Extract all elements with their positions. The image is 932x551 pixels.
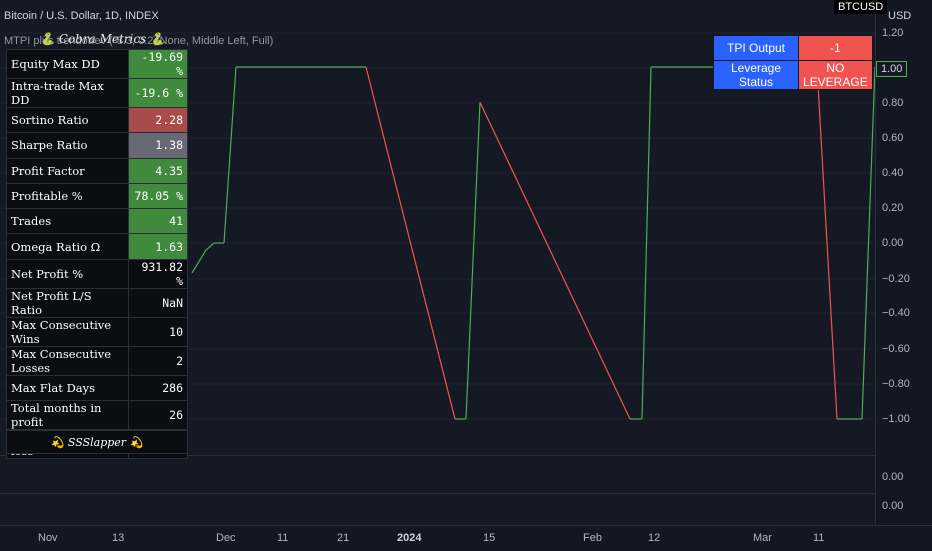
price-tick: 0.40 [882, 167, 904, 179]
metric-row: Profit Factor 4.35 [5, 157, 188, 184]
price-axis[interactable] [875, 0, 932, 525]
tpi-line-segment [191, 249, 207, 274]
symbol-title[interactable]: Bitcoin / U.S. Dollar, 1D, INDEX [4, 10, 159, 22]
metric-value: 1.38 [128, 132, 188, 159]
tpi-line-segment [479, 101, 631, 420]
metric-value: 41 [128, 208, 188, 235]
metric-value: 10 [128, 316, 188, 347]
metric-row: Equity Max DD -19.69 % [5, 49, 188, 79]
price-tick: 0.00 [882, 471, 904, 483]
metric-row: Max Consecutive Wins 10 [5, 316, 188, 347]
metric-label: Max Flat Days [5, 374, 130, 402]
metric-row: Net Profit L/S Ratio NaN [5, 287, 188, 318]
metric-label: Equity Max DD [5, 49, 130, 79]
metric-label: Sortino Ratio [5, 106, 130, 134]
time-label: 12 [648, 532, 661, 544]
time-label: 2024 [397, 532, 422, 544]
metric-value: 1.63 [128, 233, 188, 260]
metric-label: Profitable % [5, 182, 130, 210]
current-value-badge: 1.00 [876, 61, 908, 77]
tpi-output-value: -1 [798, 35, 873, 61]
metric-value: NaN [128, 287, 188, 318]
metric-label: Max Consecutive Wins [5, 316, 130, 347]
price-tick: −0.80 [882, 378, 910, 390]
btc-badge: BTCUSD [834, 0, 888, 14]
metric-value: 2 [128, 345, 188, 376]
price-tick: 0.20 [882, 202, 904, 214]
metric-label: Total months in profit [5, 400, 130, 431]
time-axis[interactable] [0, 525, 932, 551]
time-label: 15 [483, 532, 496, 544]
tpi-table: TPI Output -1 Leverage Status NO LEVERAG… [713, 35, 873, 90]
time-label: 11 [813, 532, 825, 544]
price-tick: 0.00 [882, 237, 904, 249]
leverage-status-value: NO LEVERAGE [798, 60, 873, 90]
metric-value: 2.28 [128, 106, 188, 134]
time-label: 11 [277, 532, 289, 544]
metric-label: Max Consecutive Losses [5, 345, 130, 376]
currency-label[interactable]: USD [888, 10, 911, 22]
cobra-icon: 🐍 [146, 32, 165, 46]
metric-row: Intra-trade Max DD -19.6 % [5, 78, 188, 108]
metric-row: Omega Ratio Ω 1.63 [5, 233, 188, 260]
metric-row: Profitable % 78.05 % [5, 182, 188, 210]
price-tick: 1.20 [882, 27, 904, 39]
metric-value: 931.82 % [128, 258, 188, 289]
time-label: Dec [216, 532, 236, 544]
metric-row: Sharpe Ratio 1.38 [5, 132, 188, 159]
metric-label: Intra-trade Max DD [5, 78, 130, 108]
metric-label: Trades [5, 208, 130, 235]
time-label: Feb [583, 532, 602, 544]
price-tick: −1.00 [882, 413, 910, 425]
metric-row: Total months in profit 26 [5, 400, 188, 431]
metric-value: 78.05 % [128, 182, 188, 210]
tpi-line-segment [465, 102, 481, 420]
metric-value: -19.69 % [128, 49, 188, 79]
price-tick: −0.40 [882, 307, 910, 319]
price-tick: 0.60 [882, 132, 904, 144]
metric-label: Sharpe Ratio [5, 132, 130, 159]
price-tick: −0.20 [882, 273, 910, 285]
signature: 💫 SSSlapper 💫 [6, 430, 188, 454]
time-label: 13 [112, 532, 125, 544]
cobra-icon: 🐍 [40, 32, 59, 46]
time-label: 21 [337, 532, 350, 544]
metric-label: Profit Factor [5, 157, 130, 184]
metrics-table: Equity Max DD -19.69 % Intra-trade Max DD -… [5, 49, 188, 460]
metric-row: Max Consecutive Losses 2 [5, 345, 188, 376]
metric-row: Net Profit % 931.82 % [5, 258, 188, 289]
metric-label: Net Profit % [5, 258, 130, 289]
time-label: Nov [38, 532, 58, 544]
price-tick: 0.80 [882, 97, 904, 109]
tpi-line-segment [205, 242, 215, 251]
metric-label: Net Profit L/S Ratio [5, 287, 130, 318]
metric-value: -19.6 % [128, 78, 188, 108]
leverage-status-label: Leverage Status [713, 60, 799, 90]
tpi-output-label: TPI Output [713, 35, 799, 61]
metric-row: Sortino Ratio 2.28 [5, 106, 188, 134]
metric-value: 26 [128, 400, 188, 431]
metric-row: Trades 41 [5, 208, 188, 235]
metric-value: 4.35 [128, 157, 188, 184]
metric-label: Omega Ratio Ω [5, 233, 130, 260]
price-tick: 0.00 [882, 500, 904, 512]
metric-row: Max Flat Days 286 [5, 374, 188, 402]
time-label: Mar [753, 532, 772, 544]
tpi-line-segment [223, 66, 237, 244]
price-tick: −0.60 [882, 343, 910, 355]
metrics-title: 🐍 Cobra Metrics 🐍 [40, 32, 165, 46]
metric-value: 286 [128, 374, 188, 402]
